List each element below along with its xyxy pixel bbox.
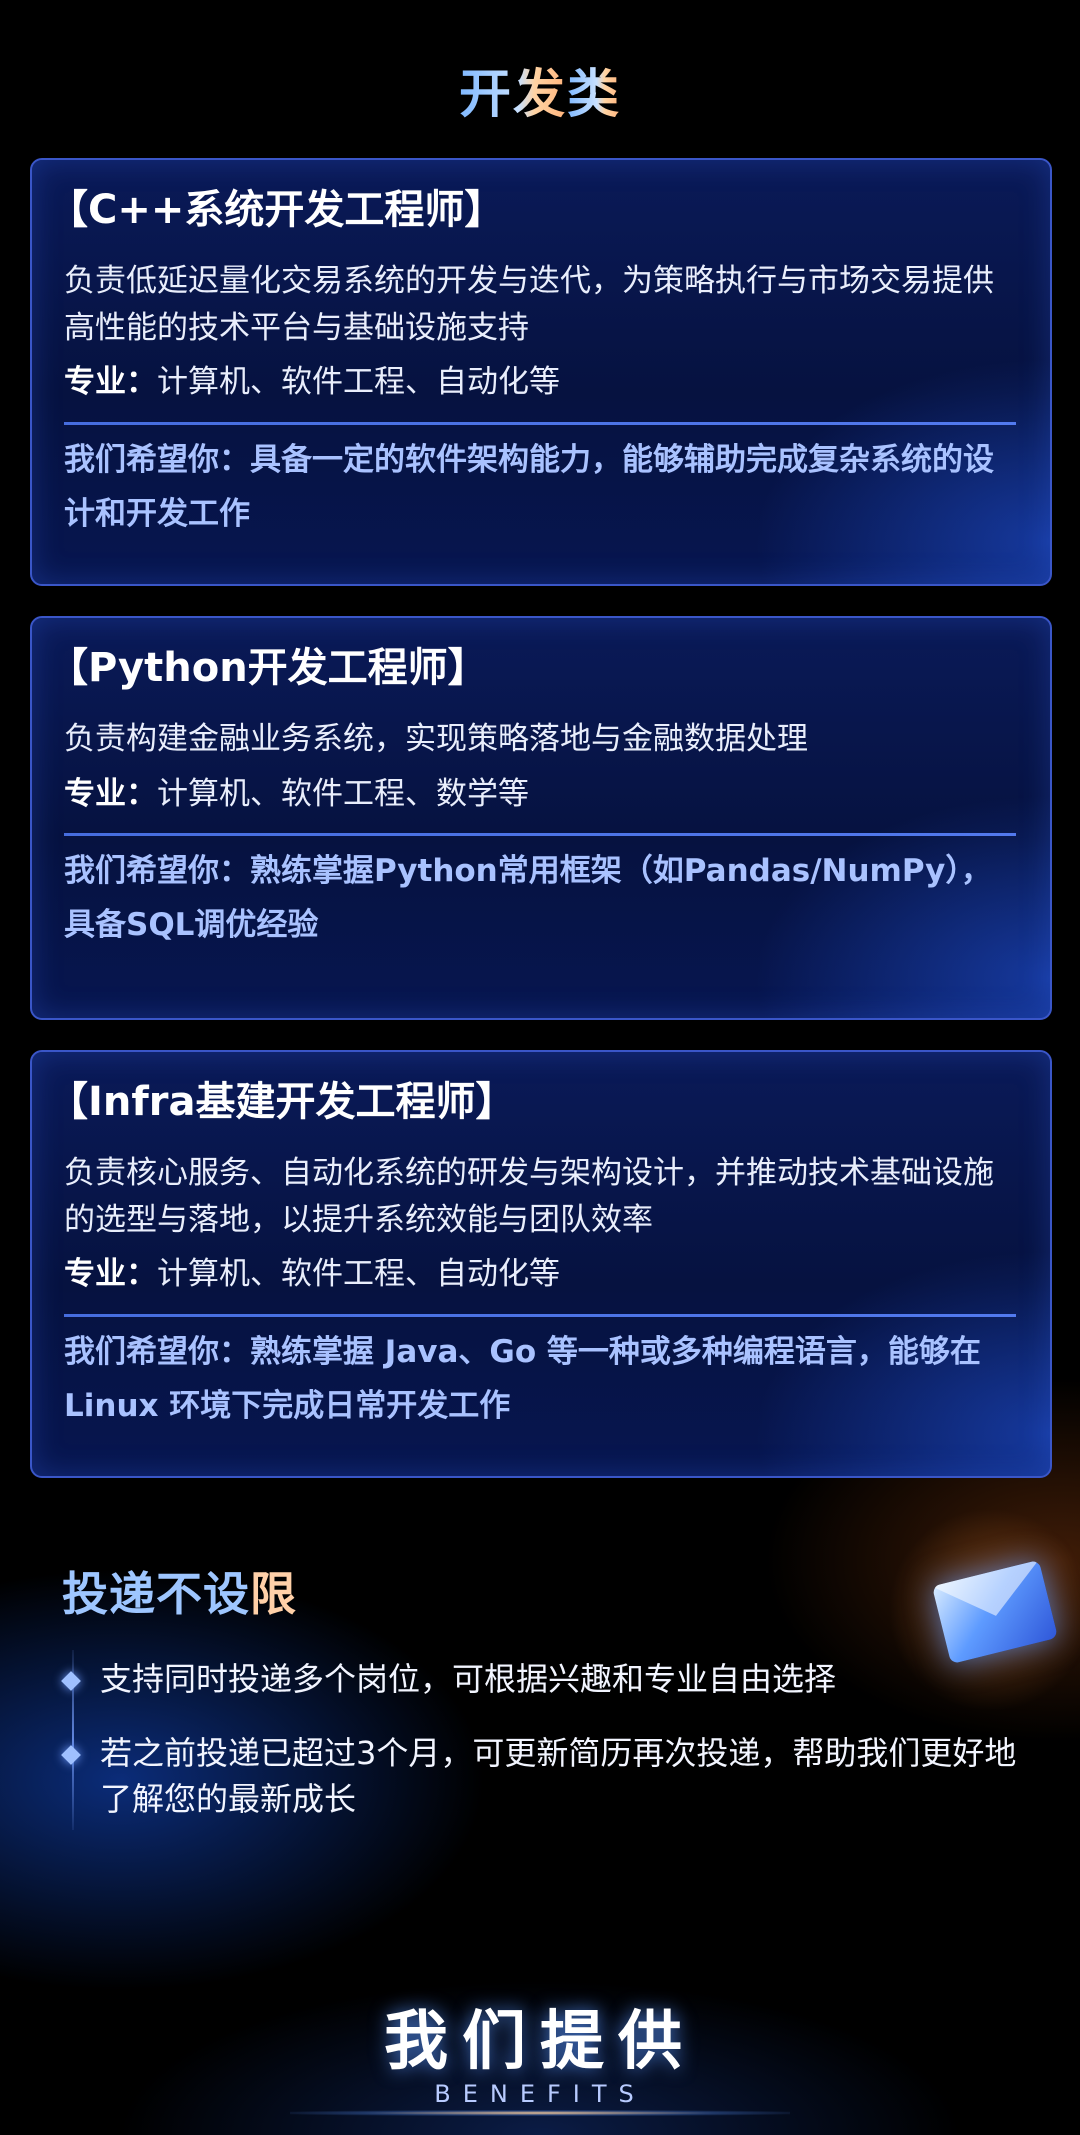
- job-title: 【Python开发工程师】: [48, 645, 488, 691]
- job-description: 负责核心服务、自动化系统的研发与架构设计，并推动技术基础设施的选型与落地，以提升…: [64, 1155, 994, 1238]
- divider: [64, 421, 1016, 425]
- benefits-glow: [290, 2110, 790, 2116]
- major-value: 计算机、软件工程、自动化等: [157, 364, 560, 400]
- diamond-bullet-icon: [61, 1671, 81, 1691]
- job-title: 【C++系统开发工程师】: [48, 187, 505, 233]
- job-description: 负责构建金融业务系统，实现策略落地与金融数据处理: [64, 721, 808, 757]
- divider: [64, 833, 1016, 836]
- job-expectation: 我们希望你：熟练掌握Python常用框架（如Pandas/NumPy），具备SQ…: [64, 853, 992, 944]
- list-item: 若之前投递已超过3个月，可更新简历再次投递，帮助我们更好地了解您的最新成长: [100, 1734, 1017, 1819]
- diamond-bullet-icon: [61, 1745, 81, 1765]
- job-description: 负责低延迟量化交易系统的开发与迭代，为策略执行与市场交易提供高性能的技术平台与基…: [64, 263, 994, 346]
- job-card-python: 【Python开发工程师】 负责构建金融业务系统，实现策略落地与金融数据处理 专…: [30, 616, 1052, 1020]
- job-card-cpp: 【C++系统开发工程师】 负责低延迟量化交易系统的开发与迭代，为策略执行与市场交…: [30, 158, 1052, 586]
- no-limit-title-accent: 限: [250, 1567, 297, 1621]
- job-major: 专业：计算机、软件工程、自动化等: [64, 1251, 1016, 1298]
- major-value: 计算机、软件工程、数学等: [157, 775, 529, 812]
- no-limit-title: 投递不设限: [62, 1558, 297, 1624]
- job-major: 专业：计算机、软件工程、自动化等: [64, 359, 1016, 406]
- job-major: 专业：计算机、软件工程、数学等: [64, 771, 1016, 818]
- section-title-accent: 类: [567, 52, 621, 127]
- divider: [64, 1313, 1016, 1317]
- major-value: 计算机、软件工程、自动化等: [157, 1256, 560, 1292]
- job-title: 【Infra基建开发工程师】: [48, 1079, 516, 1125]
- job-expectation: 我们希望你：熟练掌握 Java、Go 等一种或多种编程语言，能够在 Linux …: [64, 1333, 981, 1424]
- section-title: 开发类: [0, 52, 1080, 127]
- major-label: 专业：: [64, 364, 157, 400]
- list-item: 支持同时投递多个岗位，可根据兴趣和专业自由选择: [100, 1660, 837, 1698]
- job-card-infra: 【Infra基建开发工程师】 负责核心服务、自动化系统的研发与架构设计，并推动技…: [30, 1050, 1052, 1478]
- job-expectation: 我们希望你：具备一定的软件架构能力，能够辅助完成复杂系统的设计和开发工作: [64, 441, 994, 532]
- no-limit-title-main: 投递不设: [62, 1567, 250, 1621]
- major-label: 专业：: [64, 775, 157, 812]
- benefits-title: 我们提供: [384, 2005, 696, 2079]
- major-label: 专业：: [64, 1256, 157, 1292]
- benefits-subtitle: BENEFITS: [434, 2080, 646, 2108]
- section-title-main: 开发: [459, 52, 567, 127]
